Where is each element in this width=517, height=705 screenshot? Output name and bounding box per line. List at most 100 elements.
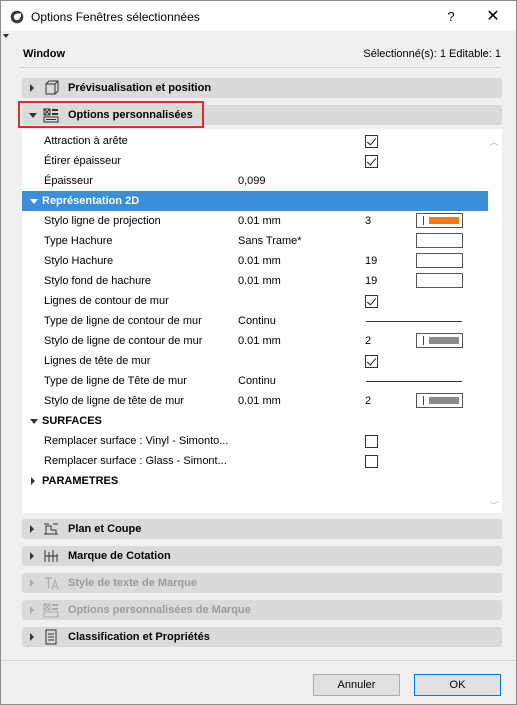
highlight-annotation: [18, 101, 204, 128]
section-marker-custom-options: Options personnalisées de Marque: [22, 600, 502, 620]
collapse-arrow-icon: [30, 419, 38, 424]
surface-vinyl-checkbox[interactable]: [365, 435, 378, 448]
options-dialog: Options Fenêtres sélectionnées ? ✕ Windo…: [0, 0, 517, 705]
group-parametres[interactable]: PARAMETRES: [22, 471, 488, 491]
section-dimension-marker[interactable]: Marque de Cotation: [22, 546, 502, 566]
section-label: Style de texte de Marque: [68, 577, 197, 589]
property-label: Lignes de contour de mur: [44, 295, 169, 307]
wall-head-checkbox[interactable]: [365, 355, 378, 368]
property-label: Type de ligne de Tête de mur: [44, 375, 187, 387]
property-row: Stylo Hachure 0.01 mm 19: [22, 251, 488, 271]
property-label: Étirer épaisseur: [44, 155, 122, 167]
property-label: Stylo ligne de projection: [44, 215, 161, 227]
pen-swatch[interactable]: [416, 273, 463, 288]
element-type-label: Window: [23, 48, 66, 60]
property-label: Stylo Hachure: [44, 255, 114, 267]
property-row: Lignes de tête de mur: [22, 351, 488, 371]
line-type-value: Continu: [238, 315, 276, 327]
dimension-marker-icon: [44, 550, 58, 562]
group-label: Représentation 2D: [42, 195, 140, 207]
pen-weight-value: 0.01 mm: [238, 335, 281, 347]
custom-options-panel: ︿ Attraction à arête Étirer épaisseur Ép…: [22, 129, 502, 513]
line-type-value: Continu: [238, 375, 276, 387]
property-label: Type Hachure: [44, 235, 113, 247]
preview-cube-icon: [45, 80, 59, 95]
property-label: Stylo fond de hachure: [44, 275, 152, 287]
scroll-down-icon[interactable]: ﹀: [489, 499, 499, 511]
property-row: Type Hachure Sans Trame*: [22, 231, 488, 251]
property-row: Remplacer surface : Vinyl - Simonto...: [22, 431, 488, 451]
cancel-button[interactable]: Annuler: [313, 674, 400, 696]
property-row: Stylo fond de hachure 0.01 mm 19: [22, 271, 488, 291]
plan-section-icon: [44, 523, 58, 535]
group-surfaces[interactable]: SURFACES: [22, 411, 488, 431]
property-row: Remplacer surface : Glass - Simont...: [22, 451, 488, 471]
divider: [1, 660, 516, 661]
property-label: Remplacer surface : Vinyl - Simonto...: [44, 435, 229, 447]
property-row: Lignes de contour de mur: [22, 291, 488, 311]
hatch-swatch[interactable]: [416, 233, 463, 248]
pen-number: 2: [365, 335, 372, 347]
section-label: Options personnalisées de Marque: [68, 604, 251, 616]
title-bar: Options Fenêtres sélectionnées ? ✕: [1, 1, 516, 31]
property-row: Attraction à arête: [22, 131, 488, 151]
property-row: Stylo de ligne de tête de mur 0.01 mm 2: [22, 391, 488, 411]
section-label: Plan et Coupe: [68, 523, 142, 535]
section-label: Prévisualisation et position: [68, 82, 212, 94]
pen-swatch[interactable]: [416, 393, 463, 408]
group-label: PARAMETRES: [42, 475, 119, 487]
property-row: Stylo ligne de projection 0.01 mm 3: [22, 211, 488, 231]
snap-edge-checkbox[interactable]: [365, 135, 378, 148]
scroll-up-icon[interactable]: ︿: [489, 135, 499, 147]
pen-number: 3: [365, 215, 372, 227]
section-classification-properties[interactable]: Classification et Propriétés: [22, 627, 502, 647]
property-row: Stylo de ligne de contour de mur 0.01 mm…: [22, 331, 488, 351]
property-label: Remplacer surface : Glass - Simont...: [44, 455, 227, 467]
selection-info: Sélectionné(s): 1 Editable: 1: [363, 48, 501, 60]
expand-arrow-icon: [30, 552, 34, 560]
section-plan-section[interactable]: Plan et Coupe: [22, 519, 502, 539]
pen-swatch[interactable]: [416, 213, 463, 228]
pen-swatch[interactable]: [416, 333, 463, 348]
wall-contour-checkbox[interactable]: [365, 295, 378, 308]
pen-number: 19: [365, 255, 378, 267]
group-2d-representation[interactable]: Représentation 2D: [22, 191, 488, 211]
text-style-icon: [45, 577, 59, 590]
line-type-sample[interactable]: [366, 381, 462, 382]
pen-weight-value: 0.01 mm: [238, 395, 281, 407]
favorites-toggle-icon[interactable]: [3, 34, 9, 38]
stretch-thickness-checkbox[interactable]: [365, 155, 378, 168]
thickness-value[interactable]: 0,099: [238, 175, 266, 187]
section-preview-position[interactable]: Prévisualisation et position: [22, 78, 502, 98]
expand-arrow-icon: [30, 606, 34, 614]
property-row: Étirer épaisseur: [22, 151, 488, 171]
expand-arrow-icon: [30, 84, 34, 92]
expand-arrow-icon: [30, 579, 34, 587]
line-type-sample[interactable]: [366, 321, 462, 322]
expand-arrow-icon: [31, 477, 35, 485]
property-row: Type de ligne de contour de mur Continu: [22, 311, 488, 331]
ok-button[interactable]: OK: [414, 674, 501, 696]
pen-weight-value: 0.01 mm: [238, 255, 281, 267]
pen-number: 19: [365, 275, 378, 287]
help-button[interactable]: ?: [441, 7, 461, 27]
close-icon[interactable]: ✕: [481, 7, 505, 27]
pen-swatch[interactable]: [416, 253, 463, 268]
collapse-arrow-icon: [30, 199, 38, 204]
property-label: Type de ligne de contour de mur: [44, 315, 202, 327]
property-label: Stylo de ligne de tête de mur: [44, 395, 185, 407]
dialog-title: Options Fenêtres sélectionnées: [31, 10, 200, 24]
marker-custom-options-icon: [43, 603, 59, 618]
divider: [19, 67, 501, 68]
section-label: Marque de Cotation: [68, 550, 171, 562]
property-label: Lignes de tête de mur: [44, 355, 151, 367]
surface-glass-checkbox[interactable]: [365, 455, 378, 468]
property-label: Stylo de ligne de contour de mur: [44, 335, 203, 347]
classification-icon: [45, 629, 57, 645]
property-row: Type de ligne de Tête de mur Continu: [22, 371, 488, 391]
expand-arrow-icon: [30, 633, 34, 641]
pen-number: 2: [365, 395, 372, 407]
section-marker-text-style: Style de texte de Marque: [22, 573, 502, 593]
group-label: SURFACES: [42, 415, 102, 427]
hatch-type-value: Sans Trame*: [238, 235, 302, 247]
